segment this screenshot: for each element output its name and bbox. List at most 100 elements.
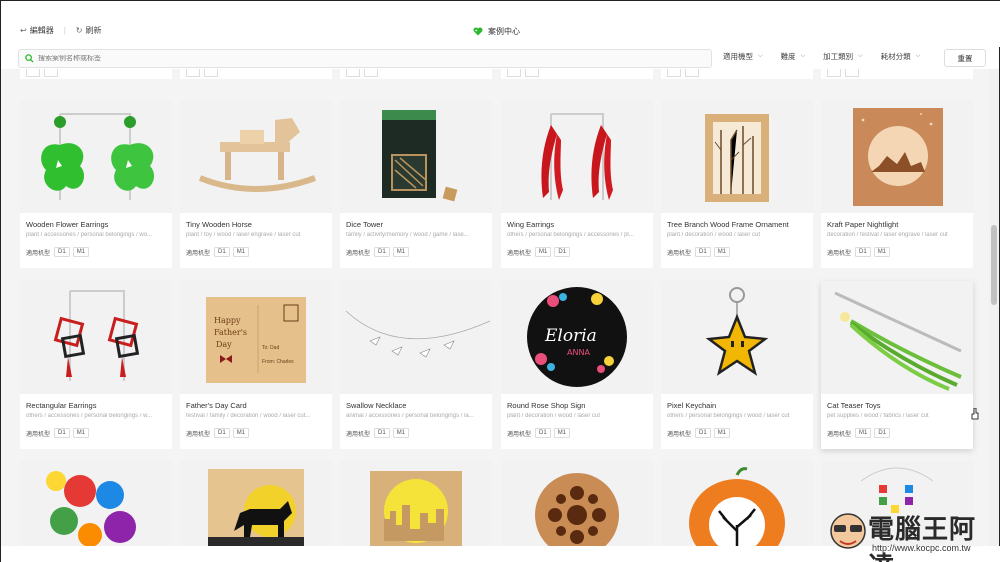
editor-button[interactable]: ↩ 編輯器 [20,25,54,36]
card-models: 適用机型 M1 D1 [507,247,573,257]
refresh-button[interactable]: ↻ 刷新 [76,25,102,36]
card-models: 適用机型 D1 M1 [26,247,92,257]
card-models: 適用机型 D1 M1 [186,428,252,438]
card-title: Wooden Flower Earrings [26,220,109,229]
case-card[interactable]: Pixel Keychain others / personal belongi… [661,281,813,449]
case-card[interactable]: Cat Teaser Toys pet supplies / wood / fa… [821,281,973,449]
case-card[interactable] [340,461,492,546]
model-chip: M1 [392,428,410,438]
card-tags: plant / toy / wood / laser engrave / las… [186,232,301,238]
case-image-flower-earrings [20,100,172,213]
case-image-cat-teaser [821,281,973,394]
card-models: 適用机型 D1 M1 [346,428,412,438]
filter-material-label: 耗材分類 [880,52,911,61]
case-card[interactable] [20,461,172,546]
case-card[interactable] [661,461,813,546]
case-grid: Wooden Flower Earrings plant / accessori… [1,69,991,546]
case-card[interactable]: Kraft Paper Nightlight decoration / fest… [821,100,973,268]
card-tags: animal / accessories / personal belongin… [346,413,474,419]
chevron-down-icon: ⌵ [858,53,863,59]
refresh-label: 刷新 [85,26,102,35]
reset-button[interactable]: 重置 [944,49,986,67]
card-title: Swallow Necklace [346,401,407,410]
watermark: 電腦王阿達 http://www.kocpc.com.tw [828,507,993,562]
card-title: Cat Teaser Toys [827,401,881,410]
model-chip: D1 [374,247,390,257]
card-models: 適用机型 D1 M1 [667,428,733,438]
case-card[interactable]: Dice Tower family / activity/memory / wo… [340,100,492,268]
postcard-to: To: Dad [262,345,279,351]
case-image-swallow-necklace [340,281,492,394]
model-chip: M1 [713,428,731,438]
card-title: Wing Earrings [507,220,555,229]
model-chip: M1 [232,428,250,438]
case-card[interactable] [180,461,332,546]
sign-sub: ANNA [567,348,590,357]
card-stub [821,69,973,79]
toolbar-divider: | [63,26,66,35]
filter-material[interactable]: 耗材分類 ⌵ [881,51,921,62]
page-title-text: 案例中心 [488,27,520,36]
model-chip: D1 [374,428,390,438]
card-models: 適用机型 D1 M1 [26,428,92,438]
watermark-text: 電腦王阿達 [868,515,977,562]
model-chip: M1 [392,247,410,257]
case-card[interactable]: Happy Father's Day To: Dad From: Charles… [180,281,332,449]
model-chip: D1 [855,247,871,257]
model-chip: D1 [874,428,891,438]
card-models: 適用机型 D1 M1 [507,428,573,438]
page-title: 案例中心 [473,26,520,37]
case-card[interactable]: Tree Branch Wood Frame Ornament plant / … [661,100,813,268]
postcard-fathers: Father's [214,328,247,337]
filter-machine[interactable]: 適用機型 ⌵ [723,51,763,62]
model-chip: M1 [72,428,90,438]
model-label: 適用机型 [346,250,371,257]
case-card[interactable]: Tiny Wooden Horse plant / toy / wood / l… [180,100,332,268]
card-stub [501,69,653,79]
model-label: 適用机型 [186,431,211,438]
card-models: 適用机型 D1 M1 [186,247,252,257]
model-label: 適用机型 [827,250,852,257]
model-label: 適用机型 [26,431,51,438]
card-tags: others / accessories / personal belongin… [26,413,153,419]
chevron-down-icon: ⌵ [915,53,921,59]
case-image-dice-tower [340,100,492,213]
scrollbar-thumb[interactable] [991,225,997,305]
search-box[interactable] [18,49,712,68]
case-card[interactable]: Rectangular Earrings others / accessorie… [20,281,172,449]
top-toolbar: ↩ 編輯器 | ↻ 刷新 案例中心 [1,1,1000,47]
card-tags: festival / family / decoration / wood / … [186,413,311,419]
mascot-icon [830,513,866,549]
case-card[interactable]: Wing Earrings others / personal belongin… [501,100,653,268]
model-chip: M1 [72,247,90,257]
case-card[interactable] [501,461,653,546]
card-title: Pixel Keychain [667,401,717,410]
card-tags: plant / accessories / personal belonging… [26,232,153,238]
search-icon [25,54,34,63]
model-label: 適用机型 [507,250,532,257]
case-image-round-mandala [501,461,653,546]
case-image-fathers-day-card: Happy Father's Day To: Dad From: Charles [180,281,332,394]
case-image-rose-sign: Eloria ANNA [501,281,653,394]
model-label: 適用机型 [667,250,692,257]
card-title: Kraft Paper Nightlight [827,220,899,229]
filter-difficulty[interactable]: 難度 ⌵ [781,51,806,62]
filter-process-label: 加工類別 [823,52,854,61]
filter-process[interactable]: 加工類別 ⌵ [823,51,863,62]
case-card[interactable]: Wooden Flower Earrings plant / accessori… [20,100,172,268]
vertical-scrollbar[interactable] [989,69,999,546]
case-image-wooden-horse [180,100,332,213]
card-models: 適用机型 D1 M1 [827,247,893,257]
case-image-pixel-keychain [661,281,813,394]
case-image-colorful-flower [20,461,172,546]
card-title: Father's Day Card [186,401,247,410]
search-input[interactable] [38,55,678,62]
case-card[interactable]: Eloria ANNA Round Rose Shop Sign plant /… [501,281,653,449]
model-label: 適用机型 [186,250,211,257]
case-image-wing-earrings [501,100,653,213]
case-card[interactable]: Swallow Necklace animal / accessories / … [340,281,492,449]
model-chip: D1 [695,247,711,257]
case-image-tree-frame [661,100,813,213]
model-chip: M1 [232,247,250,257]
model-chip: D1 [54,428,70,438]
